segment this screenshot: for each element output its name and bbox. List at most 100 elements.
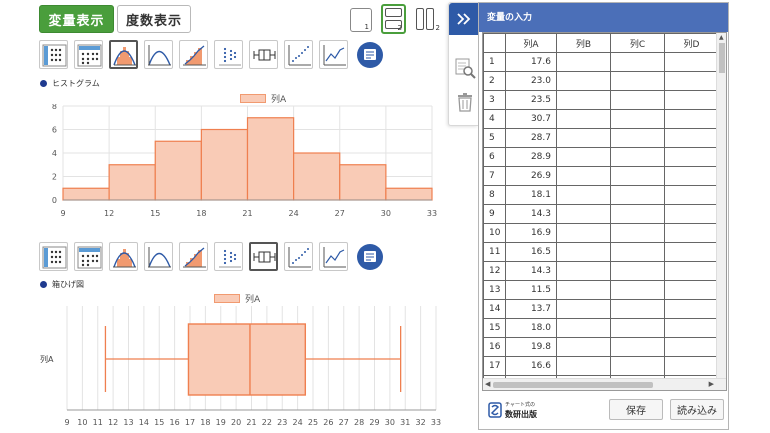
cell-column-d[interactable] bbox=[664, 185, 719, 205]
cell-column-b[interactable] bbox=[556, 90, 611, 110]
row-number-cell[interactable]: 5 bbox=[483, 128, 506, 148]
row-number-cell[interactable]: 10 bbox=[483, 223, 506, 243]
cell-column-c[interactable] bbox=[610, 166, 665, 186]
dotplot-button[interactable] bbox=[39, 242, 68, 271]
cell-column-c[interactable] bbox=[610, 223, 665, 243]
row-number-cell[interactable]: 8 bbox=[483, 185, 506, 205]
line-chart-button[interactable] bbox=[319, 40, 348, 69]
cell-column-c[interactable] bbox=[610, 128, 665, 148]
column-header[interactable]: 列C bbox=[610, 33, 665, 53]
cell-column-c[interactable] bbox=[610, 356, 665, 376]
cell-column-d[interactable] bbox=[664, 166, 719, 186]
cell-column-d[interactable] bbox=[664, 71, 719, 91]
cell-column-d[interactable] bbox=[664, 261, 719, 281]
cell-column-a[interactable]: 28.7 bbox=[505, 128, 557, 148]
cell-column-d[interactable] bbox=[664, 90, 719, 110]
cell-column-a[interactable]: 14.3 bbox=[505, 204, 557, 224]
row-number-cell[interactable]: 15 bbox=[483, 318, 506, 338]
cell-column-a[interactable]: 16.6 bbox=[505, 356, 557, 376]
cell-column-c[interactable] bbox=[610, 318, 665, 338]
row-number-cell[interactable]: 7 bbox=[483, 166, 506, 186]
cell-column-d[interactable] bbox=[664, 223, 719, 243]
memo-button[interactable] bbox=[357, 42, 383, 68]
cell-column-d[interactable] bbox=[664, 109, 719, 129]
cell-column-d[interactable] bbox=[664, 128, 719, 148]
cell-column-b[interactable] bbox=[556, 109, 611, 129]
table-view-button[interactable] bbox=[74, 242, 103, 271]
boxplot-button[interactable] bbox=[249, 40, 278, 69]
line-chart-button[interactable] bbox=[319, 242, 348, 271]
cell-column-c[interactable] bbox=[610, 52, 665, 72]
cell-column-d[interactable] bbox=[664, 242, 719, 262]
row-number-cell[interactable]: 16 bbox=[483, 337, 506, 357]
layout-stacked-button[interactable]: 2 bbox=[381, 4, 406, 34]
cell-column-d[interactable] bbox=[664, 280, 719, 300]
row-number-cell[interactable]: 2 bbox=[483, 71, 506, 91]
cell-column-b[interactable] bbox=[556, 223, 611, 243]
cell-column-c[interactable] bbox=[610, 185, 665, 205]
corner-cell[interactable] bbox=[483, 33, 506, 53]
cumulative-button[interactable] bbox=[179, 40, 208, 69]
cell-column-b[interactable] bbox=[556, 337, 611, 357]
cell-column-a[interactable]: 18.1 bbox=[505, 185, 557, 205]
horizontal-scrollbar[interactable]: ◀ ▶ bbox=[483, 378, 726, 390]
scatter-button[interactable] bbox=[284, 242, 313, 271]
cell-column-d[interactable] bbox=[664, 147, 719, 167]
cell-column-b[interactable] bbox=[556, 185, 611, 205]
cell-column-c[interactable] bbox=[610, 71, 665, 91]
row-number-cell[interactable]: 6 bbox=[483, 147, 506, 167]
cell-column-a[interactable]: 30.7 bbox=[505, 109, 557, 129]
row-number-cell[interactable]: 13 bbox=[483, 280, 506, 300]
density-button[interactable] bbox=[144, 242, 173, 271]
vertical-scrollbar[interactable]: ▲ bbox=[716, 33, 726, 379]
cell-column-a[interactable]: 17.6 bbox=[505, 52, 557, 72]
cell-column-b[interactable] bbox=[556, 261, 611, 281]
row-number-cell[interactable]: 1 bbox=[483, 52, 506, 72]
cell-column-b[interactable] bbox=[556, 356, 611, 376]
cell-column-d[interactable] bbox=[664, 52, 719, 72]
column-header[interactable]: 列D bbox=[664, 33, 719, 53]
horizontal-scroll-thumb[interactable] bbox=[493, 382, 653, 388]
cell-column-a[interactable]: 16.9 bbox=[505, 223, 557, 243]
frequency-view-button[interactable]: 度数表示 bbox=[117, 5, 191, 33]
cell-column-b[interactable] bbox=[556, 71, 611, 91]
cell-column-b[interactable] bbox=[556, 52, 611, 72]
cell-column-b[interactable] bbox=[556, 280, 611, 300]
layout-side-by-side-button[interactable]: 2 bbox=[414, 8, 440, 32]
cell-column-a[interactable]: 19.8 bbox=[505, 337, 557, 357]
cell-column-b[interactable] bbox=[556, 318, 611, 338]
dotplot-button[interactable] bbox=[39, 40, 68, 69]
row-number-cell[interactable]: 11 bbox=[483, 242, 506, 262]
strip-plot-button[interactable] bbox=[214, 40, 243, 69]
row-number-cell[interactable]: 3 bbox=[483, 90, 506, 110]
cell-column-a[interactable]: 11.5 bbox=[505, 280, 557, 300]
scroll-left-arrow-icon[interactable]: ◀ bbox=[485, 380, 490, 388]
cell-column-a[interactable]: 28.9 bbox=[505, 147, 557, 167]
scatter-button[interactable] bbox=[284, 40, 313, 69]
cell-column-a[interactable]: 26.9 bbox=[505, 166, 557, 186]
row-number-cell[interactable]: 9 bbox=[483, 204, 506, 224]
memo-button[interactable] bbox=[357, 244, 383, 270]
vertical-scroll-thumb[interactable] bbox=[719, 43, 725, 73]
cell-column-b[interactable] bbox=[556, 299, 611, 319]
data-search-button[interactable] bbox=[454, 57, 476, 83]
cell-column-d[interactable] bbox=[664, 356, 719, 376]
variable-view-button[interactable]: 変量表示 bbox=[39, 5, 114, 33]
cell-column-c[interactable] bbox=[610, 299, 665, 319]
column-header[interactable]: 列B bbox=[556, 33, 611, 53]
cell-column-a[interactable]: 23.0 bbox=[505, 71, 557, 91]
column-header[interactable]: 列A bbox=[505, 33, 557, 53]
row-number-cell[interactable]: 12 bbox=[483, 261, 506, 281]
cell-column-c[interactable] bbox=[610, 204, 665, 224]
scroll-right-arrow-icon[interactable]: ▶ bbox=[709, 380, 714, 388]
table-view-button[interactable] bbox=[74, 40, 103, 69]
cell-column-c[interactable] bbox=[610, 242, 665, 262]
layout-single-button[interactable]: 1 bbox=[350, 8, 372, 32]
cell-column-c[interactable] bbox=[610, 337, 665, 357]
row-number-cell[interactable]: 14 bbox=[483, 299, 506, 319]
save-button[interactable]: 保存 bbox=[609, 399, 663, 420]
cell-column-c[interactable] bbox=[610, 261, 665, 281]
collapse-panel-button[interactable] bbox=[449, 3, 479, 35]
cell-column-a[interactable]: 23.5 bbox=[505, 90, 557, 110]
cell-column-d[interactable] bbox=[664, 318, 719, 338]
